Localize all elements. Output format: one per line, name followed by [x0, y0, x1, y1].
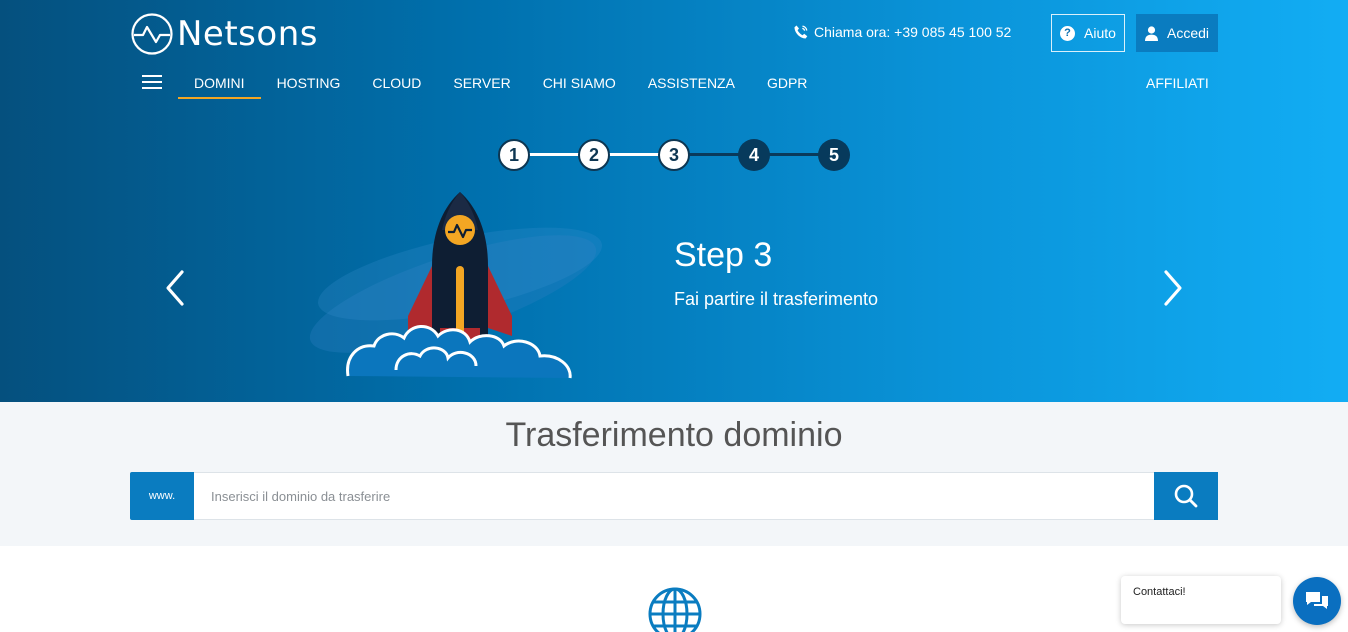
chat-label: Contattaci!	[1133, 586, 1186, 598]
step-connector	[768, 153, 820, 156]
domain-search-bar: www.	[130, 472, 1218, 520]
www-prefix: www.	[130, 472, 194, 520]
domain-transfer-section: Trasferimento dominio www.	[0, 402, 1348, 546]
search-button[interactable]	[1154, 472, 1218, 520]
help-icon: ?	[1060, 25, 1076, 41]
phone-contact[interactable]: Chiama ora: +39 085 45 100 52	[793, 24, 1011, 40]
step-connector	[528, 153, 580, 156]
nav-item-affiliati[interactable]: AFFILIATI	[1146, 68, 1209, 98]
logo-mark-icon	[131, 13, 173, 55]
chevron-left-icon[interactable]	[160, 268, 190, 308]
step-connector	[688, 153, 740, 156]
brand-logo[interactable]: Netsons	[130, 12, 318, 56]
nav-item-chi-siamo[interactable]: CHI SIAMO	[527, 68, 632, 99]
nav-item-hosting[interactable]: HOSTING	[261, 68, 357, 99]
rocket-illustration	[309, 192, 603, 379]
nav-item-gdpr[interactable]: GDPR	[751, 68, 823, 99]
chevron-right-icon[interactable]	[1158, 268, 1188, 308]
menu-icon[interactable]	[142, 75, 162, 91]
step-3[interactable]: 3	[658, 139, 690, 171]
phone-icon	[794, 25, 808, 39]
brand-name: Netsons	[177, 14, 318, 54]
nav-item-cloud[interactable]: CLOUD	[356, 68, 437, 99]
phone-text: Chiama ora: +39 085 45 100 52	[814, 24, 1012, 40]
login-label: Accedi	[1166, 25, 1210, 41]
step-1[interactable]: 1	[498, 139, 530, 171]
search-icon	[1174, 484, 1198, 508]
login-button[interactable]: Accedi	[1136, 14, 1218, 52]
nav-item-assistenza[interactable]: ASSISTENZA	[632, 68, 751, 99]
slide-title: Step 3	[674, 236, 773, 274]
nav-item-server[interactable]: SERVER	[437, 68, 526, 99]
step-progress: 1 2 3 4 5	[498, 138, 850, 172]
help-button[interactable]: ? Aiuto	[1051, 14, 1125, 52]
section-title: Trasferimento dominio	[505, 416, 843, 454]
step-connector	[608, 153, 660, 156]
step-2[interactable]: 2	[578, 139, 610, 171]
help-label: Aiuto	[1084, 25, 1116, 41]
domain-input[interactable]	[194, 472, 1154, 520]
nav-item-domini[interactable]: DOMINI	[178, 68, 261, 99]
globe-icon	[648, 587, 702, 632]
chat-button[interactable]	[1293, 577, 1341, 625]
step-4[interactable]: 4	[738, 139, 770, 171]
slide-subtitle: Fai partire il trasferimento	[674, 289, 879, 309]
main-nav: DOMINI HOSTING CLOUD SERVER CHI SIAMO AS…	[178, 68, 823, 99]
user-icon	[1144, 25, 1158, 41]
chat-icon	[1306, 592, 1328, 609]
step-5[interactable]: 5	[818, 139, 850, 171]
hero-banner: Netsons Chiama ora: +39 085 45 100 52 ? …	[0, 0, 1348, 402]
chat-bubble[interactable]: Contattaci!	[1121, 576, 1281, 624]
